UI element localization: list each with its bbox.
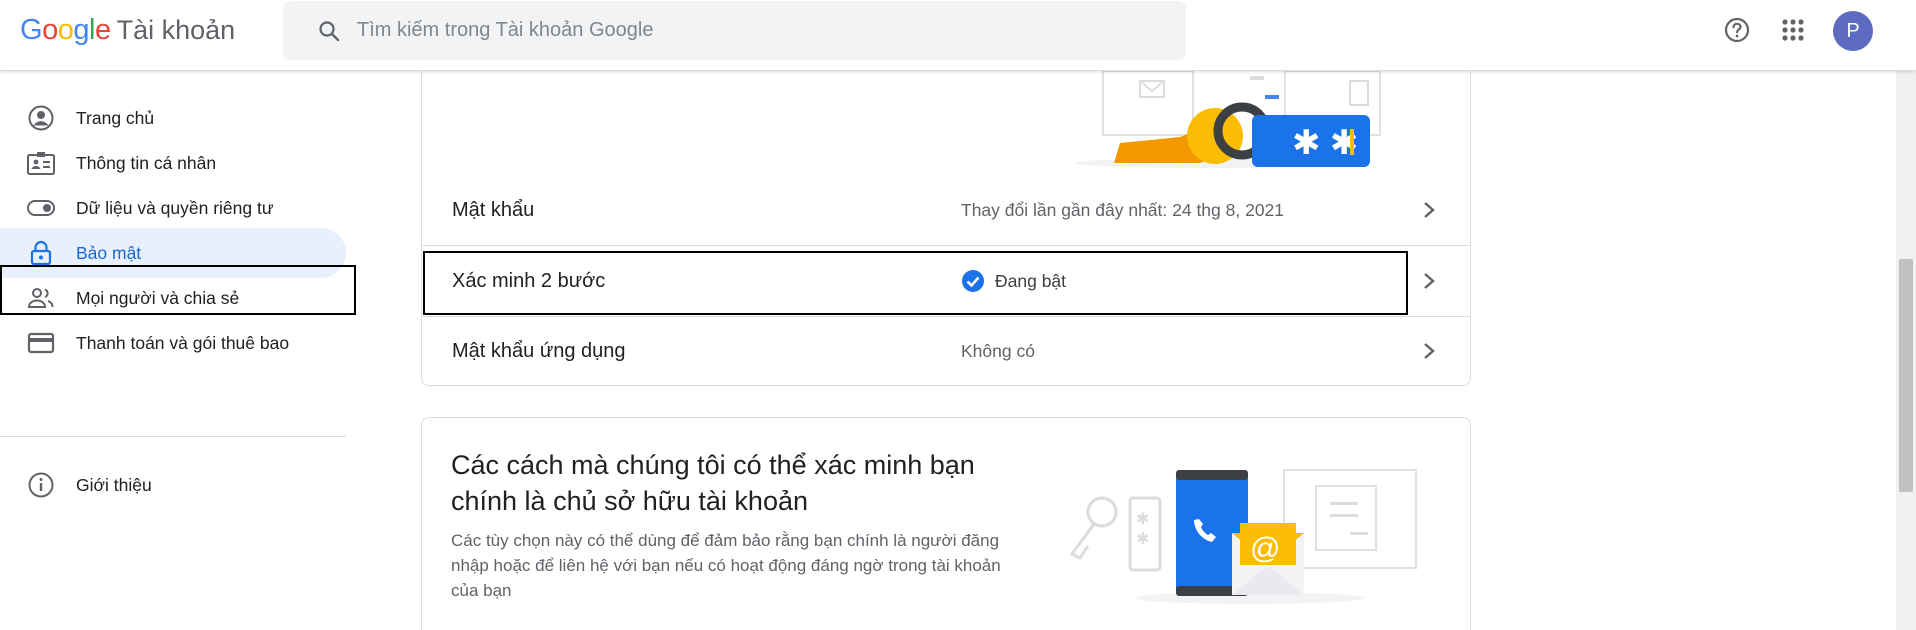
page: Google Tài khoản P Trang chủ — [0, 0, 1916, 630]
people-icon — [26, 283, 56, 313]
verification-devices-illustration: ✱ ✱ @ — [1069, 469, 1417, 604]
google-account-logo[interactable]: Google Tài khoản — [20, 14, 235, 50]
sidebar-item-label: Thanh toán và gói thuê bao — [76, 332, 290, 353]
sidebar-item-payments[interactable]: Thanh toán và gói thuê bao — [0, 318, 346, 368]
chevron-right-icon — [1414, 195, 1444, 225]
password-key-illustration: ✱ ✱ — [1075, 71, 1381, 168]
password-label: Mật khẩu — [452, 198, 535, 221]
google-apps-button[interactable] — [1773, 12, 1813, 52]
product-name: Tài khoản — [116, 15, 236, 45]
check-circle-icon — [961, 269, 985, 293]
id-card-icon — [26, 148, 56, 178]
sidebar-item-people-sharing[interactable]: Mọi người và chia sẻ — [0, 273, 346, 323]
svg-text:✱ ✱: ✱ ✱ — [1292, 124, 1358, 162]
sidebar-item-home[interactable]: Trang chủ — [0, 93, 346, 143]
help-button[interactable] — [1717, 12, 1757, 52]
search-input[interactable] — [357, 19, 1157, 42]
svg-text:@: @ — [1250, 532, 1280, 565]
password-row[interactable]: Mật khẩu Thay đổi lần gần đây nhất: 24 t… — [421, 175, 1471, 245]
app-passwords-value: Không có — [961, 340, 1035, 361]
sidebar-item-about[interactable]: Giới thiệu — [0, 460, 346, 510]
two-step-verification-row[interactable]: Xác minh 2 bước Đang bật — [421, 246, 1471, 316]
sidebar-nav: Trang chủ Thông tin cá nhân Dữ liệu và q… — [0, 71, 355, 630]
info-icon — [26, 470, 56, 500]
credit-card-icon — [26, 328, 56, 358]
chevron-right-icon — [1414, 336, 1444, 366]
lock-icon — [26, 238, 56, 268]
sidebar-item-label: Bảo mật — [76, 242, 142, 263]
app-passwords-row[interactable]: Mật khẩu ứng dụng Không có — [421, 316, 1471, 386]
svg-text:✱: ✱ — [1136, 511, 1149, 528]
google-wordmark: Google — [20, 14, 111, 46]
sidebar-item-security[interactable]: Bảo mật — [0, 228, 346, 278]
app-passwords-label: Mật khẩu ứng dụng — [452, 339, 626, 362]
search-icon[interactable] — [301, 1, 357, 60]
search-bar[interactable] — [283, 1, 1186, 60]
toggle-icon — [26, 193, 56, 223]
chevron-right-icon — [1414, 266, 1444, 296]
app-header: Google Tài khoản P — [0, 0, 1916, 71]
two-step-verification-status: Đang bật — [961, 269, 1066, 293]
two-step-status-text: Đang bật — [995, 270, 1067, 291]
sidebar-item-label: Trang chủ — [76, 107, 155, 128]
help-circle-icon — [1723, 16, 1751, 49]
sidebar-divider — [0, 436, 346, 437]
scrollbar-thumb[interactable] — [1899, 259, 1913, 492]
sidebar-item-label: Giới thiệu — [76, 474, 152, 495]
apps-grid-icon — [1781, 18, 1805, 47]
account-avatar[interactable]: P — [1833, 11, 1873, 51]
sidebar-item-label: Dữ liệu và quyền riêng tư — [76, 197, 274, 218]
sidebar-item-data-privacy[interactable]: Dữ liệu và quyền riêng tư — [0, 183, 346, 233]
password-last-changed: Thay đổi lần gần đây nhất: 24 thg 8, 202… — [961, 199, 1285, 220]
svg-text:✱: ✱ — [1136, 531, 1149, 548]
two-step-verification-label: Xác minh 2 bước — [452, 269, 606, 292]
sidebar-item-label: Mọi người và chia sẻ — [76, 287, 240, 308]
sidebar-item-personal-info[interactable]: Thông tin cá nhân — [0, 138, 346, 188]
sidebar-item-label: Thông tin cá nhân — [76, 152, 217, 173]
account-circle-icon — [26, 103, 56, 133]
verification-card-description: Các tùy chọn này có thể dùng để đảm bảo … — [451, 531, 1001, 600]
verification-card-title: Các cách mà chúng tôi có thể xác minh bạ… — [451, 450, 975, 516]
